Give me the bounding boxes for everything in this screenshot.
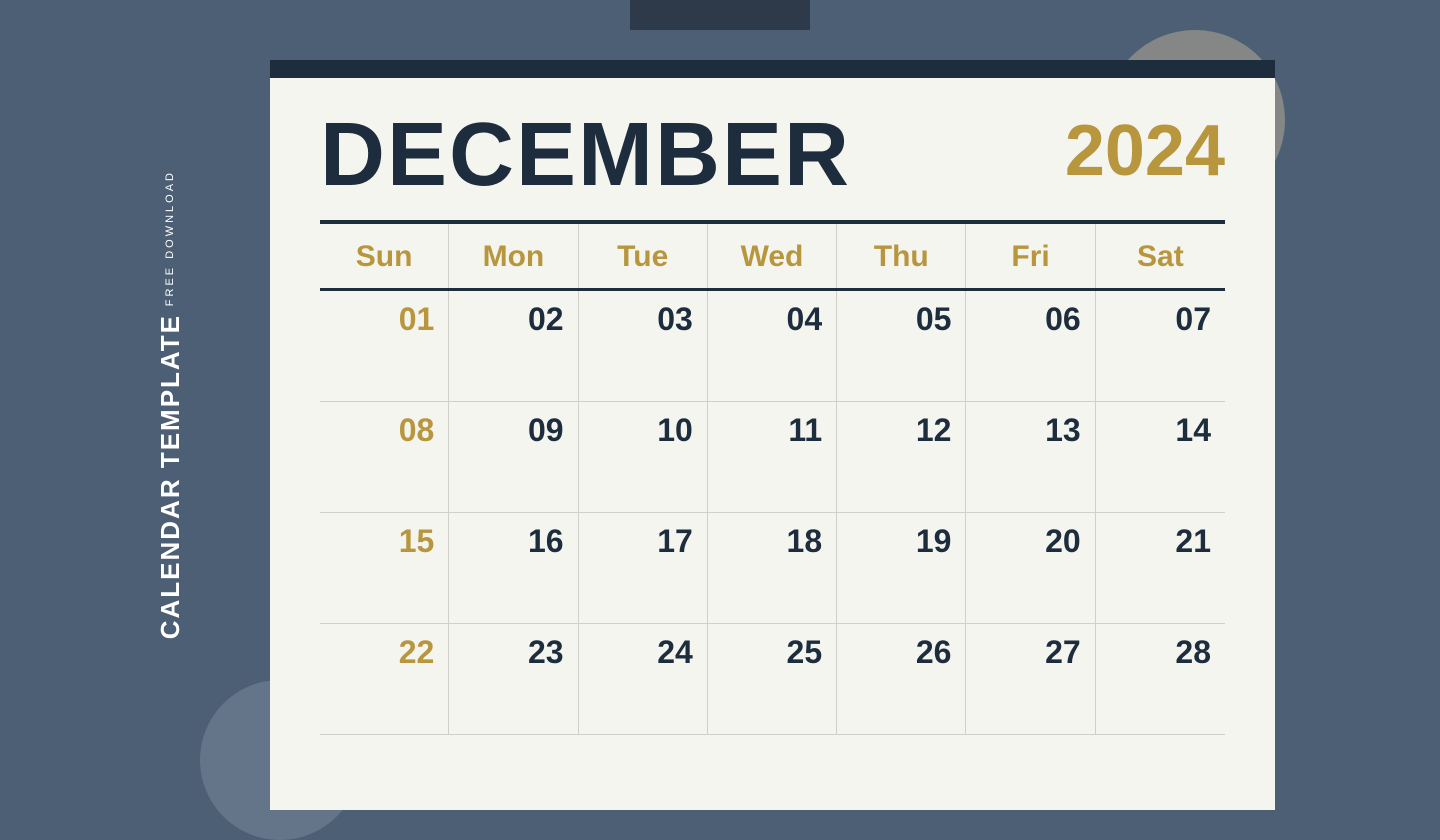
cell-09: 09 xyxy=(449,402,578,512)
cell-18: 18 xyxy=(708,513,837,623)
day-header-sat: Sat xyxy=(1096,224,1225,288)
cell-12: 12 xyxy=(837,402,966,512)
day-header-sun: Sun xyxy=(320,224,449,288)
cell-10: 10 xyxy=(579,402,708,512)
calendar-panel: DECEMBER 2024 Sun Mon Tue Wed Thu Fri Sa… xyxy=(270,60,1275,810)
cell-20: 20 xyxy=(966,513,1095,623)
top-clip xyxy=(630,0,810,30)
calendar-row-1: 01 02 03 04 05 06 07 xyxy=(320,291,1225,402)
cell-02: 02 xyxy=(449,291,578,401)
year-title: 2024 xyxy=(1065,110,1225,187)
cell-16: 16 xyxy=(449,513,578,623)
day-header-thu: Thu xyxy=(837,224,966,288)
cell-01: 01 xyxy=(320,291,449,401)
cell-26: 26 xyxy=(837,624,966,734)
cell-07: 07 xyxy=(1096,291,1225,401)
cell-27: 27 xyxy=(966,624,1095,734)
day-headers-row: Sun Mon Tue Wed Thu Fri Sat xyxy=(320,224,1225,291)
calendar-row-2: 08 09 10 11 12 13 14 xyxy=(320,402,1225,513)
cell-25: 25 xyxy=(708,624,837,734)
cell-17: 17 xyxy=(579,513,708,623)
cell-21: 21 xyxy=(1096,513,1225,623)
day-header-wed: Wed xyxy=(708,224,837,288)
cell-06: 06 xyxy=(966,291,1095,401)
cell-23: 23 xyxy=(449,624,578,734)
calendar-row-4: 22 23 24 25 26 27 28 xyxy=(320,624,1225,735)
cell-05: 05 xyxy=(837,291,966,401)
cell-08: 08 xyxy=(320,402,449,512)
day-header-mon: Mon xyxy=(449,224,578,288)
cell-14: 14 xyxy=(1096,402,1225,512)
calendar-header: DECEMBER 2024 xyxy=(320,110,1225,200)
cell-24: 24 xyxy=(579,624,708,734)
cell-22: 22 xyxy=(320,624,449,734)
day-header-fri: Fri xyxy=(966,224,1095,288)
calendar-row-3: 15 16 17 18 19 20 21 xyxy=(320,513,1225,624)
day-header-tue: Tue xyxy=(579,224,708,288)
cell-19: 19 xyxy=(837,513,966,623)
month-title: DECEMBER xyxy=(320,110,851,200)
cell-03: 03 xyxy=(579,291,708,401)
calendar-top-bar xyxy=(270,60,1275,78)
cell-13: 13 xyxy=(966,402,1095,512)
cell-28: 28 xyxy=(1096,624,1225,734)
calendar-grid: Sun Mon Tue Wed Thu Fri Sat 01 02 03 04 … xyxy=(320,224,1225,735)
free-download-label: FREE DOWNLOAD xyxy=(164,170,176,306)
calendar-template-label: CALENDAR TEMPLATE xyxy=(155,314,186,639)
sidebar: FREE DOWNLOAD CALENDAR TEMPLATE xyxy=(110,0,230,810)
cell-04: 04 xyxy=(708,291,837,401)
cell-11: 11 xyxy=(708,402,837,512)
cell-15: 15 xyxy=(320,513,449,623)
